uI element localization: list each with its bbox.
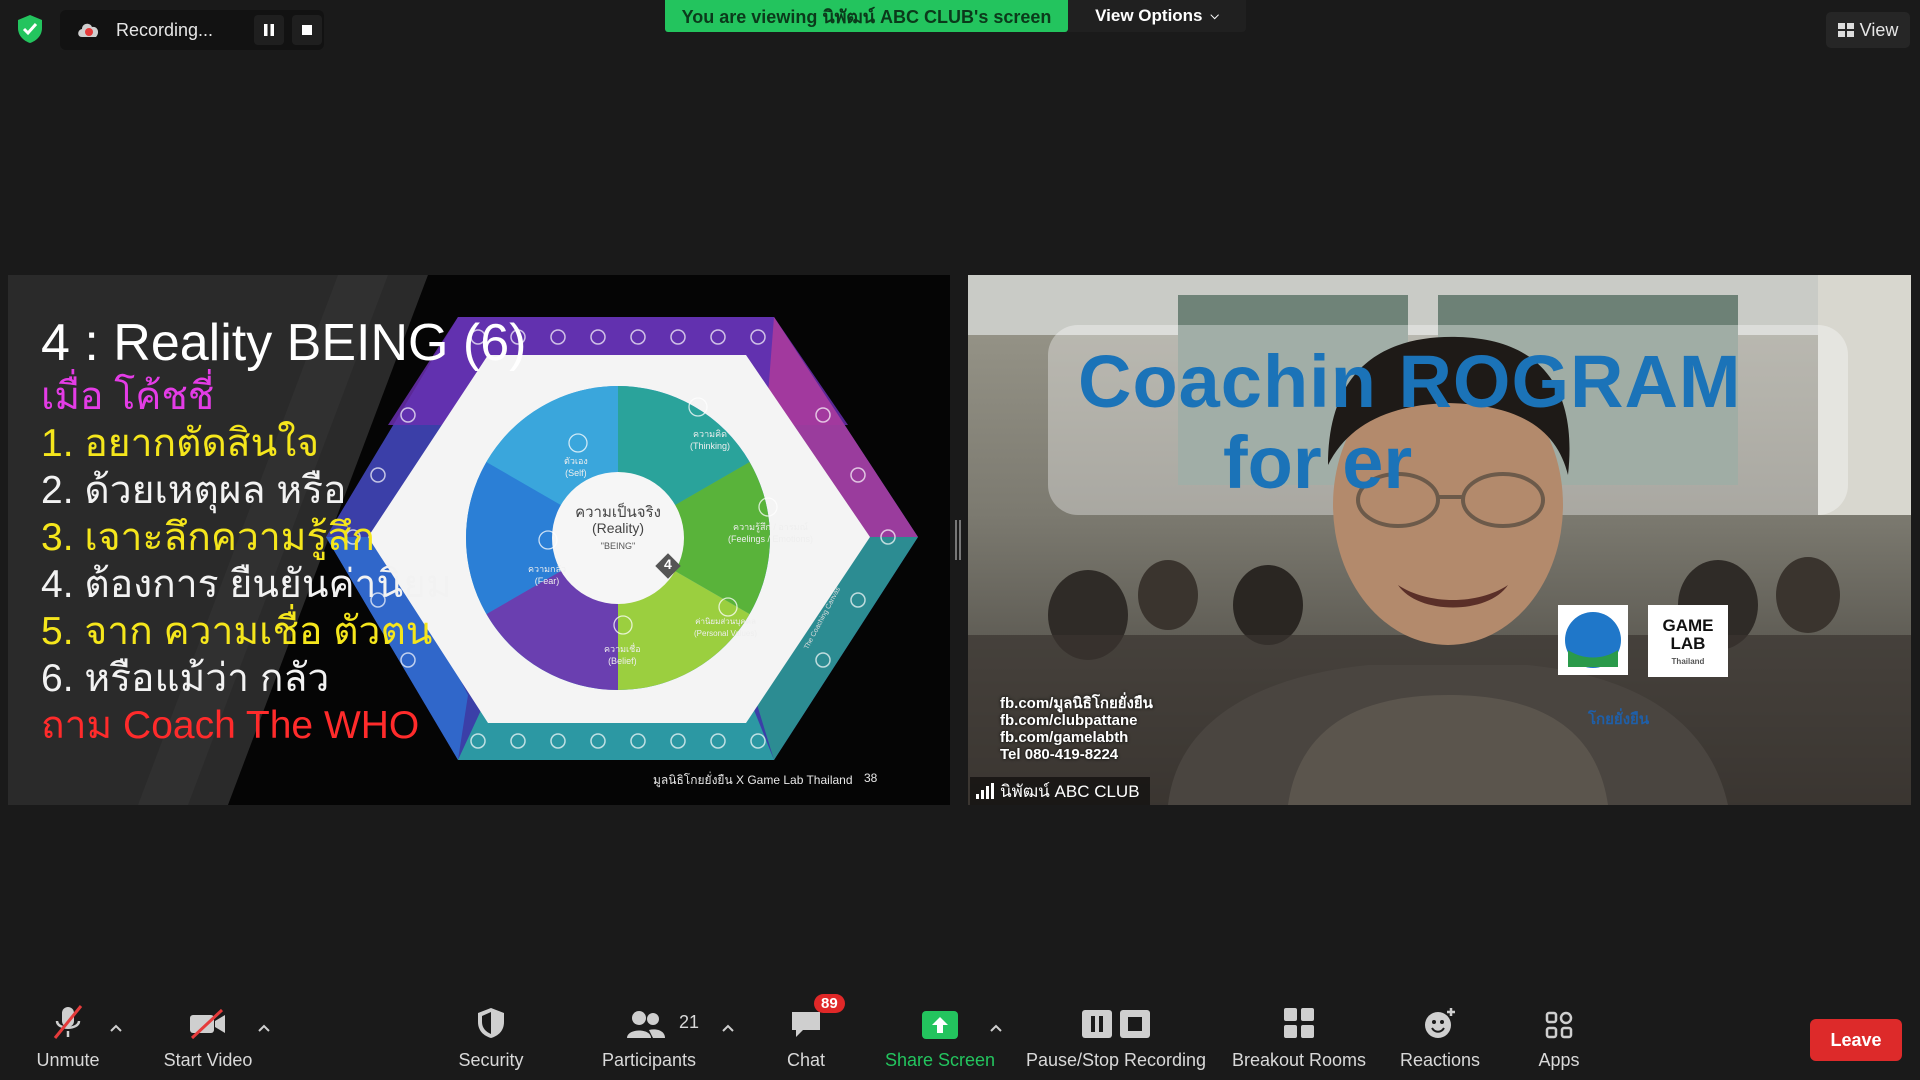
wheel-segment-self: ตัวเอง (Self) — [564, 456, 588, 478]
view-options-dropdown[interactable]: View Options ⌵ — [1068, 0, 1246, 32]
breakout-rooms-button[interactable]: Breakout Rooms — [1225, 998, 1373, 1078]
zoom-meeting-window: Recording... You are viewing นิพัฒน์ ABC… — [0, 0, 1920, 1080]
participants-button[interactable]: 21 Participants — [599, 998, 699, 1078]
wheel-center-being: "BEING" — [600, 541, 636, 551]
slide-line-6: 5. จาก ความเชื่อ ตัวตน — [41, 610, 433, 653]
wheel-center-sub: (Reality) — [591, 520, 645, 536]
pause-icon — [264, 24, 274, 36]
encryption-shield-icon[interactable] — [16, 14, 44, 44]
backdrop-title-line1: Coachin ROGRAM — [1078, 340, 1742, 423]
pause-recording-button[interactable] — [254, 15, 284, 45]
participant-name-tag: นิพัฒน์ ABC CLUB — [970, 777, 1150, 805]
backdrop-title-line2: for er — [1223, 421, 1413, 504]
signal-strength-icon — [976, 783, 994, 799]
unmute-button[interactable]: Unmute — [28, 998, 108, 1078]
leave-meeting-button[interactable]: Leave — [1810, 1019, 1902, 1061]
slide-line-5: 4. ต้องการ ยืนยันค่านิยม — [41, 563, 452, 606]
view-layout-button[interactable]: View — [1826, 12, 1910, 48]
participant-video: Coachin ROGRAM for er fb.com/มูลนิธิโกยย… — [968, 275, 1911, 805]
security-shield-icon — [478, 1008, 504, 1038]
shared-screen-slide: ความเป็นจริง (Reality) "BEING" 4 ความคิด… — [8, 275, 950, 805]
video-off-icon — [190, 1008, 225, 1040]
pause-stop-recording-button[interactable]: Pause/Stop Recording — [1024, 998, 1208, 1078]
security-label: Security — [458, 1050, 524, 1070]
pause-stop-icon — [1082, 1010, 1150, 1038]
meeting-toolbar: Unmute Start Video Security 21 Participa… — [0, 990, 1920, 1080]
pause-stop-recording-label: Pause/Stop Recording — [1025, 1050, 1207, 1070]
wheel-segment-fear: ความกลัว (Fear) — [528, 564, 567, 586]
share-screen-button[interactable]: Share Screen — [880, 998, 1000, 1078]
panel-resize-handle[interactable] — [954, 520, 962, 560]
participants-label: Participants — [601, 1050, 697, 1070]
chat-unread-badge: 89 — [814, 994, 845, 1013]
start-video-button[interactable]: Start Video — [158, 998, 258, 1078]
backdrop-partial-text: โกยยั่งยืน — [1588, 711, 1650, 728]
reactions-smiley-icon — [1425, 1008, 1455, 1038]
reactions-label: Reactions — [1399, 1050, 1481, 1070]
slide-footer: มูลนิธิโกยยั่งยืน X Game Lab Thailand — [653, 773, 853, 787]
slide-line-7: 6. หรือแม้ว่า กลัว — [41, 657, 330, 700]
participants-icon — [627, 1011, 665, 1038]
participants-options-caret-icon[interactable] — [720, 1020, 736, 1036]
breakout-rooms-label: Breakout Rooms — [1231, 1050, 1367, 1070]
share-screen-label: Share Screen — [884, 1050, 996, 1070]
slide-page-number: 38 — [864, 771, 878, 785]
wheel-segment-thinking: ความคิด (Thinking) — [690, 429, 731, 451]
slide-line-2: 1. อยากตัดสินใจ — [41, 422, 320, 465]
view-options-label: View Options — [1095, 6, 1203, 25]
cloud-recording-icon — [78, 23, 99, 37]
chevron-down-icon: ⌵ — [1210, 9, 1219, 22]
slide-title: 4 : Reality BEING (6) — [41, 314, 527, 372]
start-video-label: Start Video — [163, 1050, 253, 1070]
share-screen-icon — [922, 1011, 958, 1039]
video-options-caret-icon[interactable] — [256, 1020, 272, 1036]
slide-line-8: ถาม Coach The WHO — [41, 704, 420, 747]
participant-name: นิพัฒน์ ABC CLUB — [1000, 781, 1140, 801]
recording-status-text: Recording... — [116, 19, 214, 40]
slide-line-3: 2. ด้วยเหตุผล หรือ — [41, 469, 347, 512]
chat-bubble-icon — [792, 1012, 820, 1037]
game-lab-logo: GAME LAB Thailand — [1662, 616, 1714, 667]
wheel-segment-feelings: ความรู้สึก / อารมณ์ (Feelings / Emotions) — [728, 522, 814, 544]
audio-options-caret-icon[interactable] — [108, 1020, 124, 1036]
slide-line-1: เมื่อ โค้ชชี่ — [41, 375, 215, 418]
slide-line-4: 3. เจาะลึกความรู้สึก — [41, 516, 375, 559]
breakout-rooms-icon — [1284, 1008, 1314, 1038]
share-options-caret-icon[interactable] — [988, 1020, 1004, 1036]
view-button-label: View — [1859, 19, 1899, 40]
security-button[interactable]: Security — [451, 998, 531, 1078]
wheel-center-number: 4 — [664, 556, 672, 572]
unmute-label: Unmute — [36, 1050, 100, 1070]
slide-text-block: 4 : Reality BEING (6) เมื่อ โค้ชชี่ 1. อ… — [41, 313, 526, 749]
reactions-button[interactable]: Reactions — [1390, 998, 1490, 1078]
grid-view-icon — [1837, 23, 1854, 37]
chat-label: Chat — [786, 1050, 826, 1070]
stop-recording-button[interactable] — [292, 15, 322, 45]
wheel-segment-belief: ความเชื่อ (Belief) — [604, 644, 641, 666]
apps-label: Apps — [1538, 1050, 1580, 1070]
muted-microphone-icon — [53, 1005, 83, 1039]
apps-icon — [1545, 1011, 1573, 1039]
viewing-screen-banner: You are viewing นิพัฒน์ ABC CLUB's scree… — [665, 0, 1068, 32]
stop-icon — [302, 25, 312, 35]
participants-count: 21 — [679, 1012, 700, 1032]
apps-button[interactable]: Apps — [1519, 998, 1599, 1078]
recording-indicator: Recording... — [60, 10, 324, 50]
chat-button[interactable]: 89 Chat — [776, 994, 845, 1078]
backdrop-contact-info: fb.com/มูลนิธิโกยยั่งยืน fb.com/clubpatt… — [1000, 695, 1153, 763]
wheel-segment-values: ค่านิยมส่วนบุคคล (Personal Values) — [694, 617, 757, 638]
